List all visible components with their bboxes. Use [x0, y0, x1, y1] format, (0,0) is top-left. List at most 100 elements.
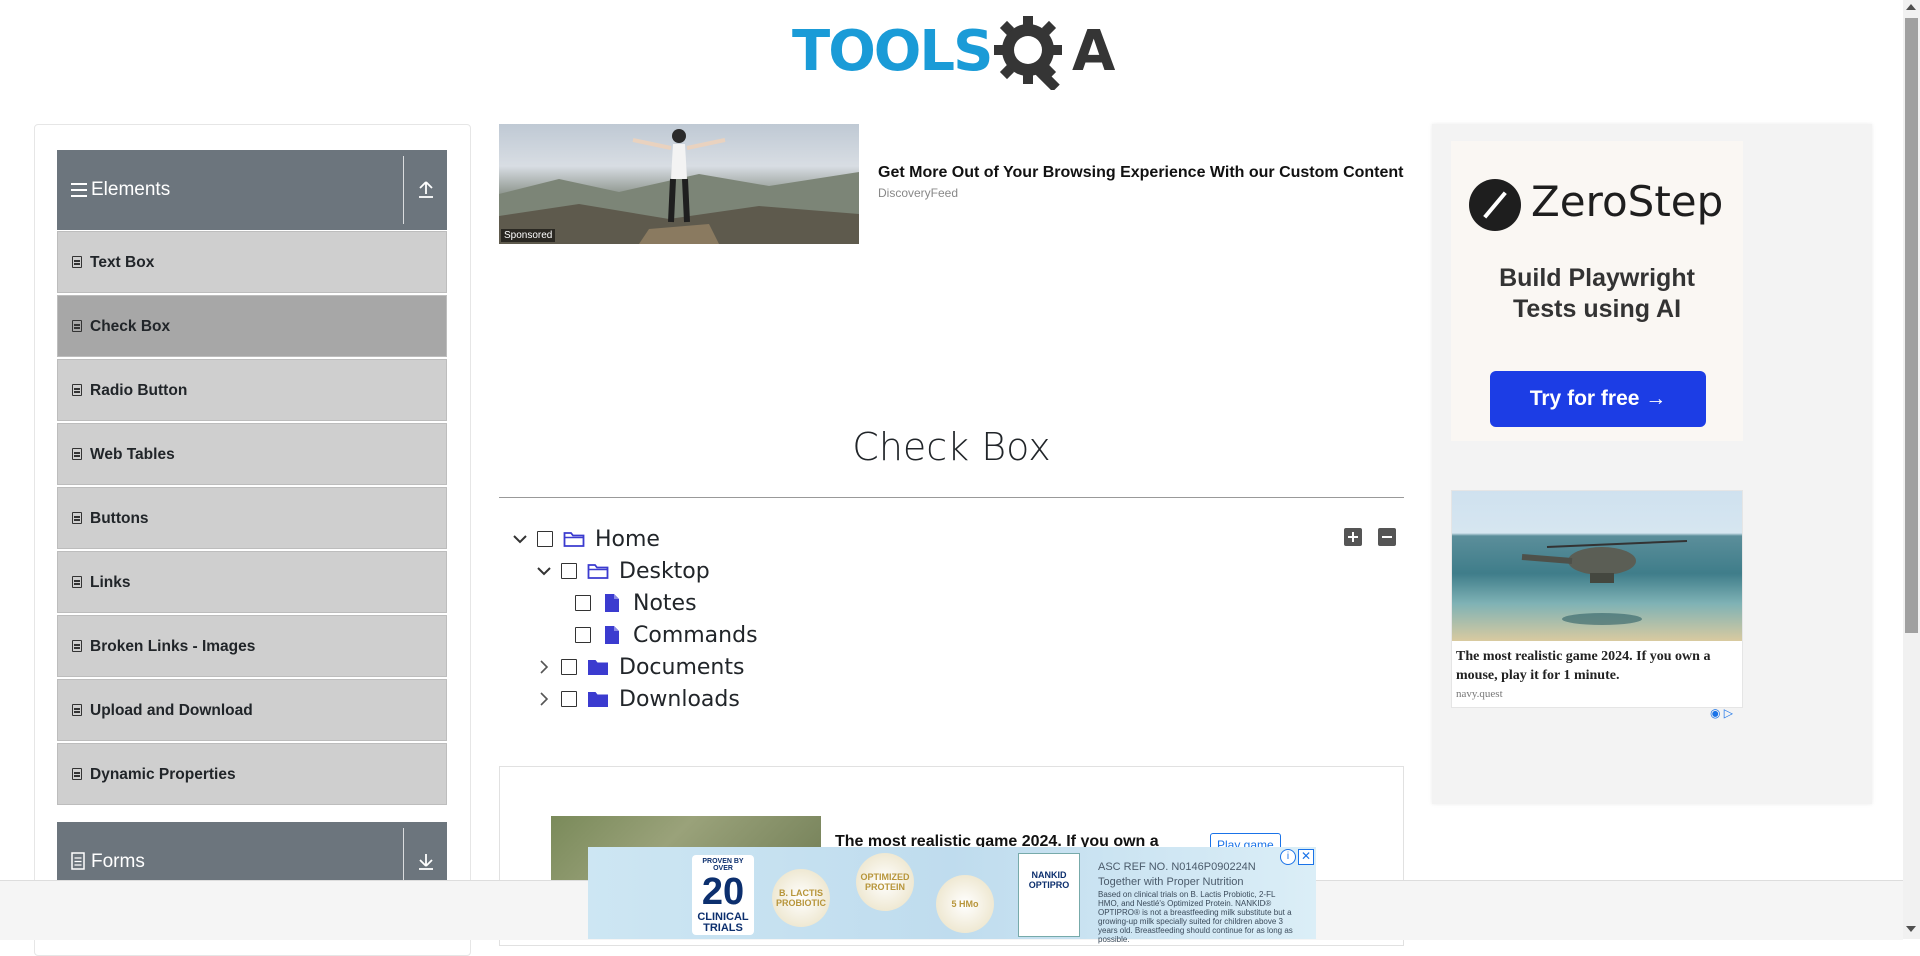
tree-node-desktop: Desktop [533, 556, 710, 586]
menu-item-broken-links[interactable]: Broken Links - Images [57, 615, 447, 677]
scrollbar-thumb[interactable] [1905, 18, 1918, 633]
list-icon [72, 256, 82, 268]
info-icon[interactable]: i [1280, 849, 1296, 865]
checkbox[interactable] [537, 531, 553, 547]
scroll-down-arrow-icon[interactable] [1906, 926, 1916, 932]
menu-item-buttons[interactable]: Buttons [57, 487, 447, 549]
expand-down-icon[interactable] [417, 850, 435, 872]
right-ad-column: ZeroStep Build Playwright Tests using AI… [1432, 124, 1872, 804]
tree-node-label[interactable]: Home [595, 527, 660, 552]
tree-node-label[interactable]: Documents [619, 655, 744, 680]
try-for-free-button[interactable]: Try for free → [1490, 371, 1706, 427]
hamburger-icon [71, 183, 87, 197]
mountain-person-image [499, 129, 859, 244]
helicopter-game-ad[interactable]: The most realistic game 2024. If you own… [1451, 490, 1743, 708]
ad-image[interactable]: Sponsored [499, 124, 859, 244]
helicopter-ad-source: navy.quest [1456, 688, 1503, 700]
chevron-right-icon[interactable] [533, 688, 555, 710]
list-icon [72, 704, 82, 716]
menu-item-upload-download[interactable]: Upload and Download [57, 679, 447, 741]
menu-item-check-box[interactable]: Check Box [57, 295, 447, 357]
menu-item-text-box[interactable]: Text Box [57, 231, 447, 293]
collapse-up-icon[interactable] [417, 178, 435, 200]
file-icon [605, 594, 619, 612]
tree-node-label[interactable]: Notes [633, 591, 697, 616]
menu-item-web-tables[interactable]: Web Tables [57, 423, 447, 485]
badge-top-text: PROVEN BY OVER [702, 858, 744, 872]
adchoices-icon[interactable]: ◉ ▷ [1710, 706, 1733, 720]
tree-node-label[interactable]: Commands [633, 623, 758, 648]
chevron-right-icon[interactable] [533, 656, 555, 678]
group-header-elements[interactable]: Elements [57, 150, 447, 230]
badge-bottom-text: CLINICAL TRIALS [697, 911, 749, 934]
list-icon [72, 384, 82, 396]
checkbox[interactable] [561, 659, 577, 675]
minus-square-icon[interactable] [1378, 528, 1396, 546]
menu-item-links[interactable]: Links [57, 551, 447, 613]
checkbox[interactable] [575, 627, 591, 643]
zerostep-logo-icon [1469, 179, 1521, 231]
menu-item-label: Dynamic Properties [90, 766, 236, 783]
list-icon [72, 512, 82, 524]
fixed-bottom-ad[interactable]: PROVEN BY OVER 20 CLINICAL TRIALS B. LAC… [588, 847, 1316, 944]
tree-node-downloads: Downloads [533, 684, 740, 714]
menu-item-label: Broken Links - Images [90, 638, 256, 655]
chevron-down-icon[interactable] [533, 560, 555, 582]
chevron-down-icon[interactable] [509, 528, 531, 550]
file-icon [605, 626, 619, 644]
tree-node-label[interactable]: Desktop [619, 559, 710, 584]
menu-item-label: Buttons [90, 510, 149, 527]
checkbox[interactable] [561, 563, 577, 579]
form-icon [71, 852, 85, 870]
top-sponsored-ad[interactable]: Sponsored Get More Out of Your Browsing … [499, 124, 1404, 246]
left-panel: Elements Text Box Check Box Radio Button… [34, 124, 471, 956]
tagline-line-2: Tests using AI [1512, 295, 1682, 323]
sponsored-label: Sponsored [501, 229, 556, 242]
menu-item-label: Web Tables [90, 446, 175, 463]
tree-node-label[interactable]: Downloads [619, 687, 740, 712]
folder-closed-icon [588, 660, 608, 675]
ad-ref-number: ASC REF NO. N0146P090224N [1098, 861, 1256, 873]
toolsqa-logo[interactable]: TOOLS A [790, 14, 1120, 90]
bubble-hmo: 5 HMo [936, 875, 994, 933]
badge-number: 20 [701, 871, 745, 913]
tree-node-home: Home [509, 524, 660, 554]
menu-item-label: Check Box [90, 318, 171, 335]
close-icon[interactable]: ✕ [1298, 849, 1314, 865]
menu-item-label: Text Box [90, 254, 155, 271]
logo-text-a: A [1072, 19, 1116, 84]
checkbox[interactable] [575, 595, 591, 611]
page-title: Check Box [852, 425, 1051, 469]
list-icon [72, 576, 82, 588]
product-can: NANKID OPTIPRO [1018, 853, 1080, 937]
menu-item-label: Links [90, 574, 131, 591]
folder-open-icon [587, 564, 609, 579]
checkbox[interactable] [561, 691, 577, 707]
ad-headline[interactable]: Get More Out of Your Browsing Experience… [878, 164, 1404, 182]
clinical-trials-badge: PROVEN BY OVER 20 CLINICAL TRIALS [692, 855, 754, 935]
helicopter-ad-text[interactable]: The most realistic game 2024. If you own… [1456, 647, 1736, 685]
title-divider [499, 497, 1404, 498]
bubble-probiotic: B. LACTIS PROBIOTIC [772, 869, 830, 927]
ad-source: DiscoveryFeed [878, 186, 959, 200]
elements-menu: Text Box Check Box Radio Button Web Tabl… [57, 231, 447, 807]
list-icon [72, 640, 82, 652]
ad-tagline: Together with Proper Nutrition [1098, 876, 1244, 888]
list-icon [72, 768, 82, 780]
zerostep-ad[interactable]: ZeroStep Build Playwright Tests using AI… [1451, 141, 1743, 441]
product-name: NANKID OPTIPRO [1028, 870, 1070, 890]
helicopter-image[interactable] [1452, 491, 1742, 641]
list-icon [72, 448, 82, 460]
folder-closed-icon [588, 692, 608, 707]
plus-square-icon[interactable] [1344, 528, 1362, 546]
scroll-up-arrow-icon[interactable] [1906, 4, 1916, 10]
group-divider [403, 156, 404, 224]
zerostep-brand: ZeroStep [1531, 177, 1724, 226]
menu-item-dynamic-properties[interactable]: Dynamic Properties [57, 743, 447, 805]
tree-node-documents: Documents [533, 652, 744, 682]
list-icon [72, 320, 82, 332]
checkbox-tree: Home Desktop Notes Commands Documents Do… [499, 522, 1404, 722]
menu-item-label: Upload and Download [90, 702, 253, 719]
bubble-protein: OPTIMIZED PROTEIN [856, 853, 914, 911]
menu-item-radio-button[interactable]: Radio Button [57, 359, 447, 421]
